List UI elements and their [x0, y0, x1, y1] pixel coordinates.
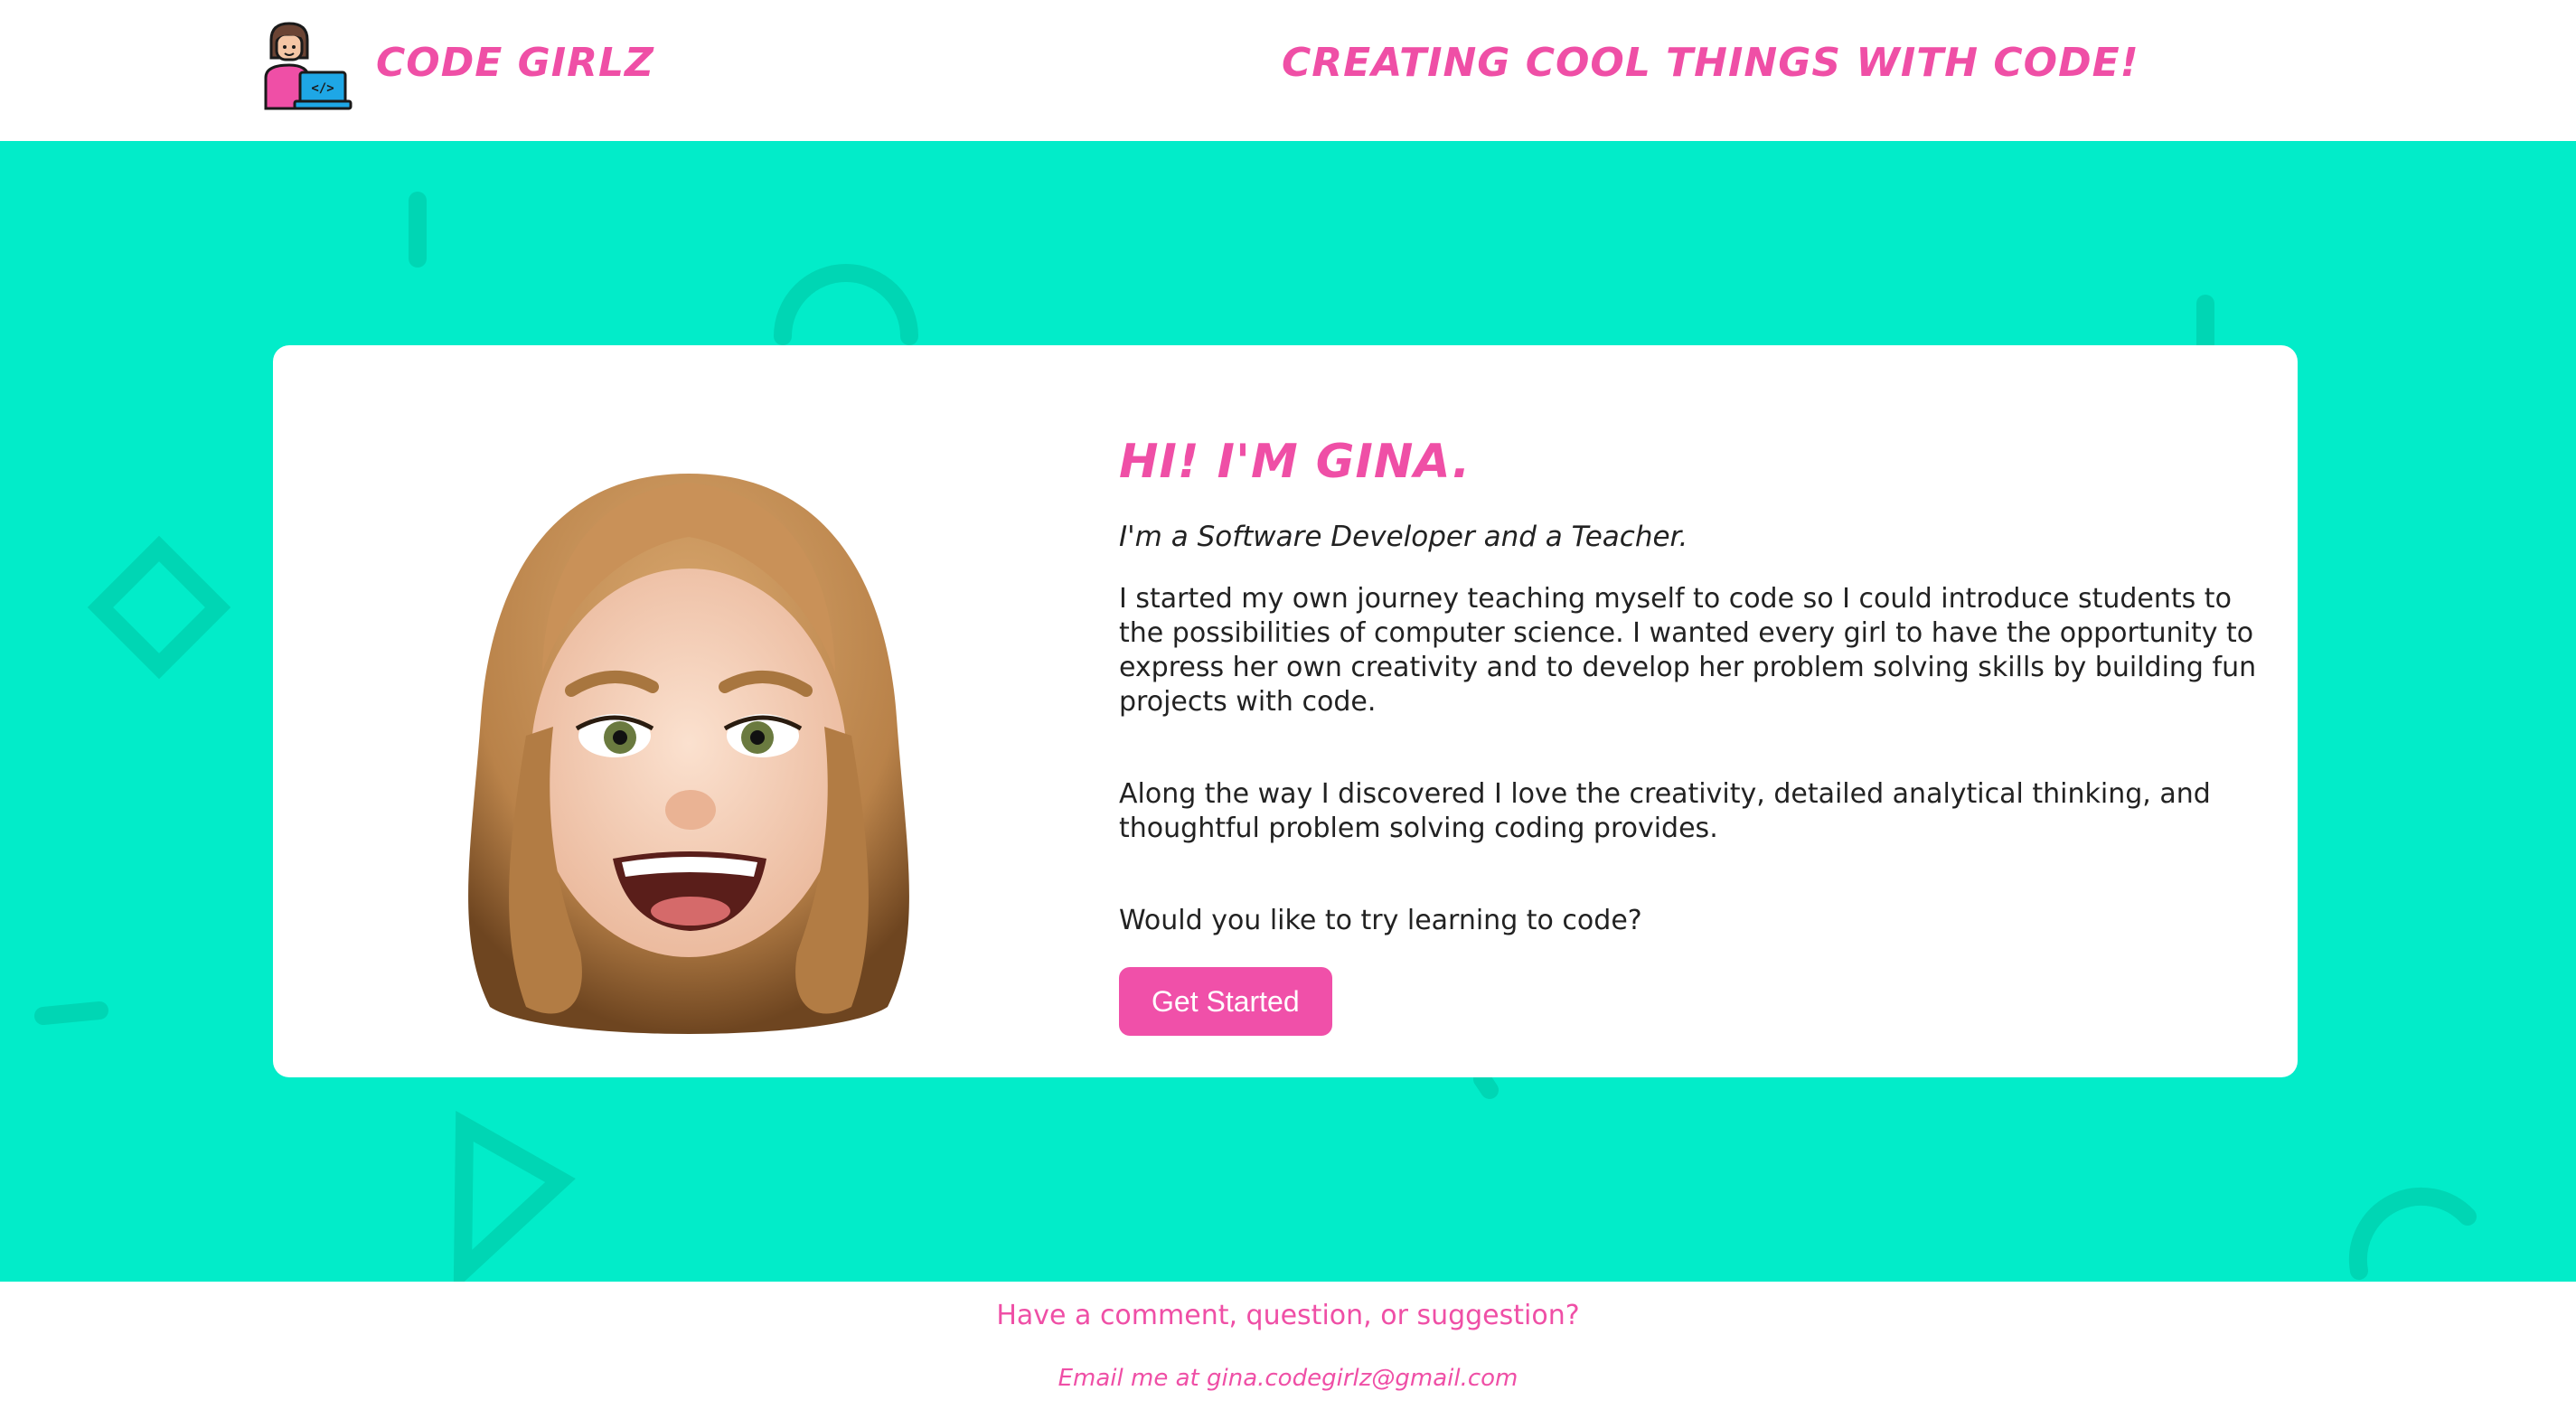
intro-paragraph-1: I started my own journey teaching myself… — [1119, 583, 2257, 718]
site-header: </> CODE GIRLZ CREATING COOL THINGS WITH… — [0, 0, 2576, 141]
intro-card: HI! I'M GINA. I'm a Software Developer a… — [273, 345, 2298, 1077]
brand-name[interactable]: CODE GIRLZ — [376, 40, 654, 86]
get-started-button[interactable]: Get Started — [1119, 967, 1332, 1036]
intro-question: Would you like to try learning to code? — [1119, 905, 1642, 936]
footer-question: Have a comment, question, or suggestion? — [996, 1300, 1580, 1331]
greeting-heading: HI! I'M GINA. — [1119, 435, 1471, 489]
hero-section: HI! I'M GINA. I'm a Software Developer a… — [0, 141, 2576, 1282]
memoji-avatar — [468, 474, 909, 1034]
site-footer: Have a comment, question, or suggestion?… — [0, 1282, 2576, 1419]
svg-text:</>: </> — [311, 81, 334, 96]
intro-content: HI! I'M GINA. I'm a Software Developer a… — [1119, 421, 2267, 1036]
role-subtitle: I'm a Software Developer and a Teacher. — [1119, 521, 1688, 553]
girl-with-laptop-icon[interactable]: </> — [262, 22, 353, 112]
footer-email-link[interactable]: Email me at gina.codegirlz@gmail.com — [0, 1365, 2576, 1392]
site-tagline: CREATING COOL THINGS WITH CODE! — [1282, 40, 2139, 86]
intro-paragraph-2: Along the way I discovered I love the cr… — [1119, 778, 2211, 844]
